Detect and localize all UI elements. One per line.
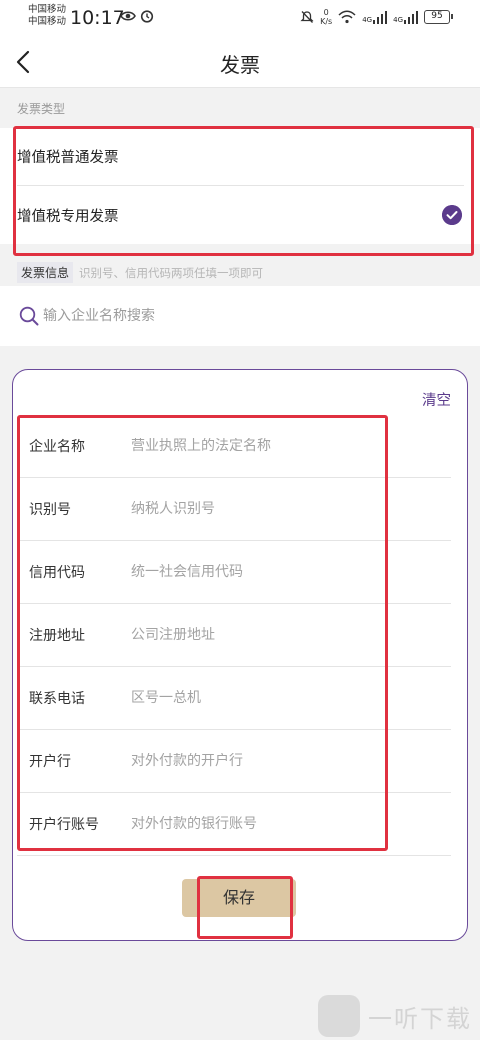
- invoice-type-option-special[interactable]: 增值税专用发票: [17, 186, 464, 244]
- carrier-1: 中国移动: [28, 4, 67, 15]
- invoice-type-option-label: 增值税专用发票: [17, 208, 119, 225]
- credit-code-input[interactable]: [131, 564, 451, 580]
- invoice-type-option-label: 增值税普通发票: [17, 150, 119, 166]
- phone-label: 联系电话: [29, 691, 85, 707]
- form-row-credit-code: 信用代码: [17, 541, 451, 604]
- signal-icon-2: 4G: [393, 10, 418, 24]
- form-row-bank: 开户行: [17, 730, 451, 793]
- company-name-label: 企业名称: [29, 439, 85, 455]
- mute-icon: [300, 11, 314, 23]
- watermark: 一听下载: [318, 995, 472, 1037]
- page-title: 发票: [220, 53, 260, 77]
- taxpayer-id-label: 识别号: [29, 502, 71, 518]
- bank-label: 开户行: [29, 754, 71, 770]
- form-row-phone: 联系电话: [17, 667, 451, 730]
- net-speed-unit: K/s: [320, 17, 333, 26]
- clear-button[interactable]: 清空: [422, 389, 451, 410]
- registered-address-label: 注册地址: [29, 628, 85, 644]
- registered-address-input[interactable]: [131, 627, 451, 643]
- credit-code-label: 信用代码: [29, 565, 85, 581]
- company-search-input[interactable]: [43, 304, 443, 328]
- form-row-bank-account: 开户行账号: [17, 793, 451, 856]
- signal-bars-1-icon: [373, 10, 388, 24]
- watermark-logo: [318, 995, 360, 1037]
- invoice-info-header: 发票信息 识别号、信用代码两项任填一项即可: [17, 262, 263, 283]
- invoice-info-tag: 发票信息: [17, 262, 74, 283]
- invoice-info-hint: 识别号、信用代码两项任填一项即可: [79, 265, 264, 280]
- watermark-text: 一听下载: [368, 1004, 472, 1033]
- battery-indicator: 95: [424, 10, 453, 24]
- eye-icon: [120, 11, 136, 21]
- form-row-registered-address: 注册地址: [17, 604, 451, 667]
- invoice-form-card: 清空 企业名称 识别号 信用代码 注册地址 联系电话 开户行 开户行账号: [12, 369, 468, 941]
- signal-icon-1: 4G: [362, 10, 388, 24]
- alarm-icon: [140, 10, 154, 23]
- net-speed-value: 0: [323, 8, 329, 17]
- wifi-icon: [338, 10, 356, 24]
- checkmark-icon: [442, 205, 462, 225]
- signal-2-label: 4G: [393, 15, 403, 24]
- carrier-2: 中国移动: [28, 16, 67, 27]
- company-search-bar: [0, 286, 480, 346]
- status-icons: 0 K/s 4G 4G 95: [300, 8, 453, 26]
- clock: 10:17: [70, 7, 125, 29]
- form-row-company-name: 企业名称: [17, 415, 451, 478]
- invoice-type-option-general[interactable]: 增值税普通发票: [17, 128, 464, 186]
- save-button[interactable]: 保存: [182, 879, 296, 917]
- phone-input[interactable]: [131, 690, 451, 706]
- net-speed: 0 K/s: [320, 8, 332, 26]
- company-name-input[interactable]: [131, 438, 451, 454]
- bank-account-input[interactable]: [131, 816, 451, 832]
- search-icon: [19, 306, 39, 326]
- signal-bars-2-icon: [404, 10, 418, 24]
- carrier-info: 中国移动 中国移动: [28, 4, 66, 28]
- bank-account-label: 开户行账号: [29, 817, 99, 833]
- status-bar: 中国移动 中国移动 10:17 0 K/s 4G 4G 95: [0, 0, 480, 36]
- invoice-type-label: 发票类型: [17, 102, 66, 116]
- form-row-taxpayer-id: 识别号: [17, 478, 451, 541]
- invoice-type-list: 增值税普通发票 增值税专用发票: [0, 128, 480, 244]
- taxpayer-id-input[interactable]: [131, 501, 451, 517]
- nav-bar: 发票: [0, 36, 480, 88]
- bank-input[interactable]: [131, 753, 451, 769]
- signal-1-label: 4G: [362, 15, 373, 24]
